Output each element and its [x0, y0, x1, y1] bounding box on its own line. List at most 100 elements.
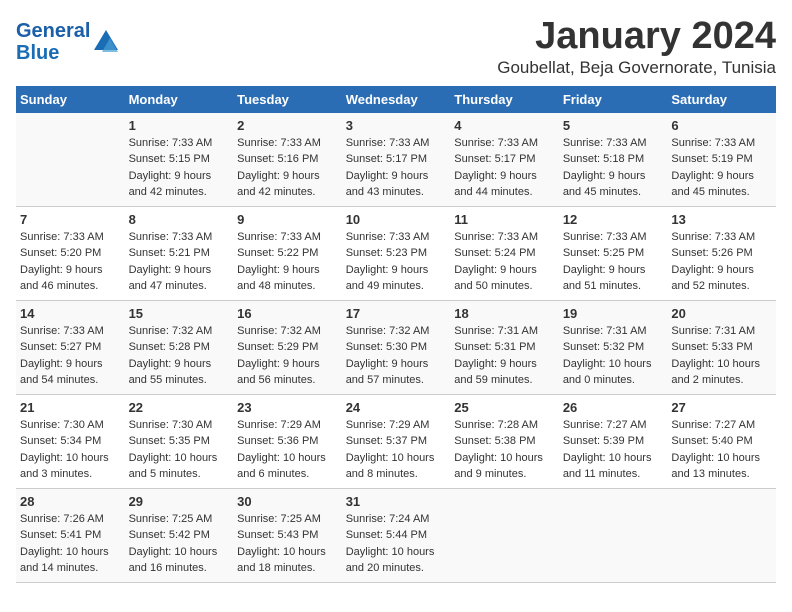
cell-content: Sunrise: 7:25 AMSunset: 5:43 PMDaylight:… — [237, 511, 338, 577]
calendar-table: SundayMondayTuesdayWednesdayThursdayFrid… — [16, 86, 776, 583]
calendar-cell: 17 Sunrise: 7:32 AMSunset: 5:30 PMDayligh… — [342, 300, 451, 394]
day-number: 13 — [671, 212, 772, 227]
calendar-cell: 7 Sunrise: 7:33 AMSunset: 5:20 PMDaylight… — [16, 206, 125, 300]
day-number: 23 — [237, 400, 338, 415]
calendar-cell: 21 Sunrise: 7:30 AMSunset: 5:34 PMDayligh… — [16, 394, 125, 488]
logo: General Blue — [16, 20, 120, 64]
calendar-cell: 12 Sunrise: 7:33 AMSunset: 5:25 PMDayligh… — [559, 206, 668, 300]
day-number: 25 — [454, 400, 555, 415]
day-number: 14 — [20, 306, 121, 321]
calendar-cell: 13 Sunrise: 7:33 AMSunset: 5:26 PMDayligh… — [667, 206, 776, 300]
cell-content: Sunrise: 7:32 AMSunset: 5:28 PMDaylight:… — [129, 323, 230, 389]
calendar-cell — [16, 113, 125, 207]
calendar-week-row: 14 Sunrise: 7:33 AMSunset: 5:27 PMDayligh… — [16, 300, 776, 394]
calendar-cell: 6Sunrise: 7:33 AMSunset: 5:19 PMDaylight… — [667, 113, 776, 207]
calendar-cell: 3 Sunrise: 7:33 AMSunset: 5:17 PMDaylight… — [342, 113, 451, 207]
day-number: 2 — [237, 118, 338, 133]
logo-line1: General — [16, 20, 90, 42]
logo-line2: Blue — [16, 42, 59, 64]
header-tuesday: Tuesday — [233, 86, 342, 113]
cell-content: Sunrise: 7:33 AMSunset: 5:15 PMDaylight:… — [129, 135, 230, 201]
header-friday: Friday — [559, 86, 668, 113]
page-header: General Blue January 2024 Goubellat, Bej… — [16, 16, 776, 78]
header-thursday: Thursday — [450, 86, 559, 113]
cell-content: Sunrise: 7:33 AMSunset: 5:24 PMDaylight:… — [454, 229, 555, 295]
cell-content: Sunrise: 7:33 AMSunset: 5:21 PMDaylight:… — [129, 229, 230, 295]
day-number: 28 — [20, 494, 121, 509]
cell-content: Sunrise: 7:26 AMSunset: 5:41 PMDaylight:… — [20, 511, 121, 577]
day-number: 3 — [346, 118, 447, 133]
calendar-cell — [450, 488, 559, 582]
day-number: 20 — [671, 306, 772, 321]
calendar-cell: 2Sunrise: 7:33 AMSunset: 5:16 PMDaylight… — [233, 113, 342, 207]
cell-content: Sunrise: 7:31 AMSunset: 5:31 PMDaylight:… — [454, 323, 555, 389]
calendar-cell: 16Sunrise: 7:32 AMSunset: 5:29 PMDayligh… — [233, 300, 342, 394]
calendar-cell: 20 Sunrise: 7:31 AMSunset: 5:33 PMDayligh… — [667, 300, 776, 394]
day-number: 7 — [20, 212, 121, 227]
header-sunday: Sunday — [16, 86, 125, 113]
day-number: 24 — [346, 400, 447, 415]
cell-content: Sunrise: 7:31 AMSunset: 5:33 PMDaylight:… — [671, 323, 772, 389]
cell-content: Sunrise: 7:33 AMSunset: 5:19 PMDaylight:… — [671, 135, 772, 201]
day-number: 12 — [563, 212, 664, 227]
calendar-cell: 31 Sunrise: 7:24 AMSunset: 5:44 PMDayligh… — [342, 488, 451, 582]
page-subtitle: Goubellat, Beja Governorate, Tunisia — [497, 58, 776, 78]
day-number: 31 — [346, 494, 447, 509]
calendar-cell: 9Sunrise: 7:33 AMSunset: 5:22 PMDaylight… — [233, 206, 342, 300]
day-number: 19 — [563, 306, 664, 321]
header-monday: Monday — [125, 86, 234, 113]
calendar-week-row: 21 Sunrise: 7:30 AMSunset: 5:34 PMDayligh… — [16, 394, 776, 488]
cell-content: Sunrise: 7:33 AMSunset: 5:22 PMDaylight:… — [237, 229, 338, 295]
calendar-cell: 30 Sunrise: 7:25 AMSunset: 5:43 PMDayligh… — [233, 488, 342, 582]
calendar-week-row: 1 Sunrise: 7:33 AMSunset: 5:15 PMDaylight… — [16, 113, 776, 207]
day-number: 8 — [129, 212, 230, 227]
cell-content: Sunrise: 7:33 AMSunset: 5:27 PMDaylight:… — [20, 323, 121, 389]
cell-content: Sunrise: 7:33 AMSunset: 5:20 PMDaylight:… — [20, 229, 121, 295]
day-number: 26 — [563, 400, 664, 415]
calendar-cell — [559, 488, 668, 582]
cell-content: Sunrise: 7:29 AMSunset: 5:36 PMDaylight:… — [237, 417, 338, 483]
cell-content: Sunrise: 7:30 AMSunset: 5:35 PMDaylight:… — [129, 417, 230, 483]
calendar-cell: 8 Sunrise: 7:33 AMSunset: 5:21 PMDaylight… — [125, 206, 234, 300]
day-number: 1 — [129, 118, 230, 133]
cell-content: Sunrise: 7:33 AMSunset: 5:25 PMDaylight:… — [563, 229, 664, 295]
cell-content: Sunrise: 7:25 AMSunset: 5:42 PMDaylight:… — [129, 511, 230, 577]
calendar-cell: 26Sunrise: 7:27 AMSunset: 5:39 PMDayligh… — [559, 394, 668, 488]
cell-content: Sunrise: 7:33 AMSunset: 5:17 PMDaylight:… — [346, 135, 447, 201]
calendar-cell: 5Sunrise: 7:33 AMSunset: 5:18 PMDaylight… — [559, 113, 668, 207]
cell-content: Sunrise: 7:32 AMSunset: 5:30 PMDaylight:… — [346, 323, 447, 389]
calendar-cell: 29 Sunrise: 7:25 AMSunset: 5:42 PMDayligh… — [125, 488, 234, 582]
calendar-cell: 19 Sunrise: 7:31 AMSunset: 5:32 PMDayligh… — [559, 300, 668, 394]
cell-content: Sunrise: 7:31 AMSunset: 5:32 PMDaylight:… — [563, 323, 664, 389]
calendar-cell: 27 Sunrise: 7:27 AMSunset: 5:40 PMDayligh… — [667, 394, 776, 488]
title-block: January 2024 Goubellat, Beja Governorate… — [497, 16, 776, 78]
day-number: 11 — [454, 212, 555, 227]
calendar-cell: 15 Sunrise: 7:32 AMSunset: 5:28 PMDayligh… — [125, 300, 234, 394]
day-number: 16 — [237, 306, 338, 321]
cell-content: Sunrise: 7:33 AMSunset: 5:17 PMDaylight:… — [454, 135, 555, 201]
day-number: 22 — [129, 400, 230, 415]
day-number: 30 — [237, 494, 338, 509]
calendar-cell: 10Sunrise: 7:33 AMSunset: 5:23 PMDayligh… — [342, 206, 451, 300]
calendar-week-row: 7 Sunrise: 7:33 AMSunset: 5:20 PMDaylight… — [16, 206, 776, 300]
cell-content: Sunrise: 7:27 AMSunset: 5:40 PMDaylight:… — [671, 417, 772, 483]
calendar-cell: 4 Sunrise: 7:33 AMSunset: 5:17 PMDaylight… — [450, 113, 559, 207]
cell-content: Sunrise: 7:30 AMSunset: 5:34 PMDaylight:… — [20, 417, 121, 483]
day-number: 21 — [20, 400, 121, 415]
cell-content: Sunrise: 7:24 AMSunset: 5:44 PMDaylight:… — [346, 511, 447, 577]
header-wednesday: Wednesday — [342, 86, 451, 113]
page-title: January 2024 — [497, 16, 776, 58]
day-number: 15 — [129, 306, 230, 321]
calendar-cell: 28 Sunrise: 7:26 AMSunset: 5:41 PMDayligh… — [16, 488, 125, 582]
day-number: 27 — [671, 400, 772, 415]
header-saturday: Saturday — [667, 86, 776, 113]
day-number: 18 — [454, 306, 555, 321]
day-number: 17 — [346, 306, 447, 321]
day-number: 29 — [129, 494, 230, 509]
day-number: 4 — [454, 118, 555, 133]
calendar-cell: 1 Sunrise: 7:33 AMSunset: 5:15 PMDaylight… — [125, 113, 234, 207]
calendar-cell: 25Sunrise: 7:28 AMSunset: 5:38 PMDayligh… — [450, 394, 559, 488]
cell-content: Sunrise: 7:33 AMSunset: 5:26 PMDaylight:… — [671, 229, 772, 295]
cell-content: Sunrise: 7:33 AMSunset: 5:18 PMDaylight:… — [563, 135, 664, 201]
day-number: 10 — [346, 212, 447, 227]
